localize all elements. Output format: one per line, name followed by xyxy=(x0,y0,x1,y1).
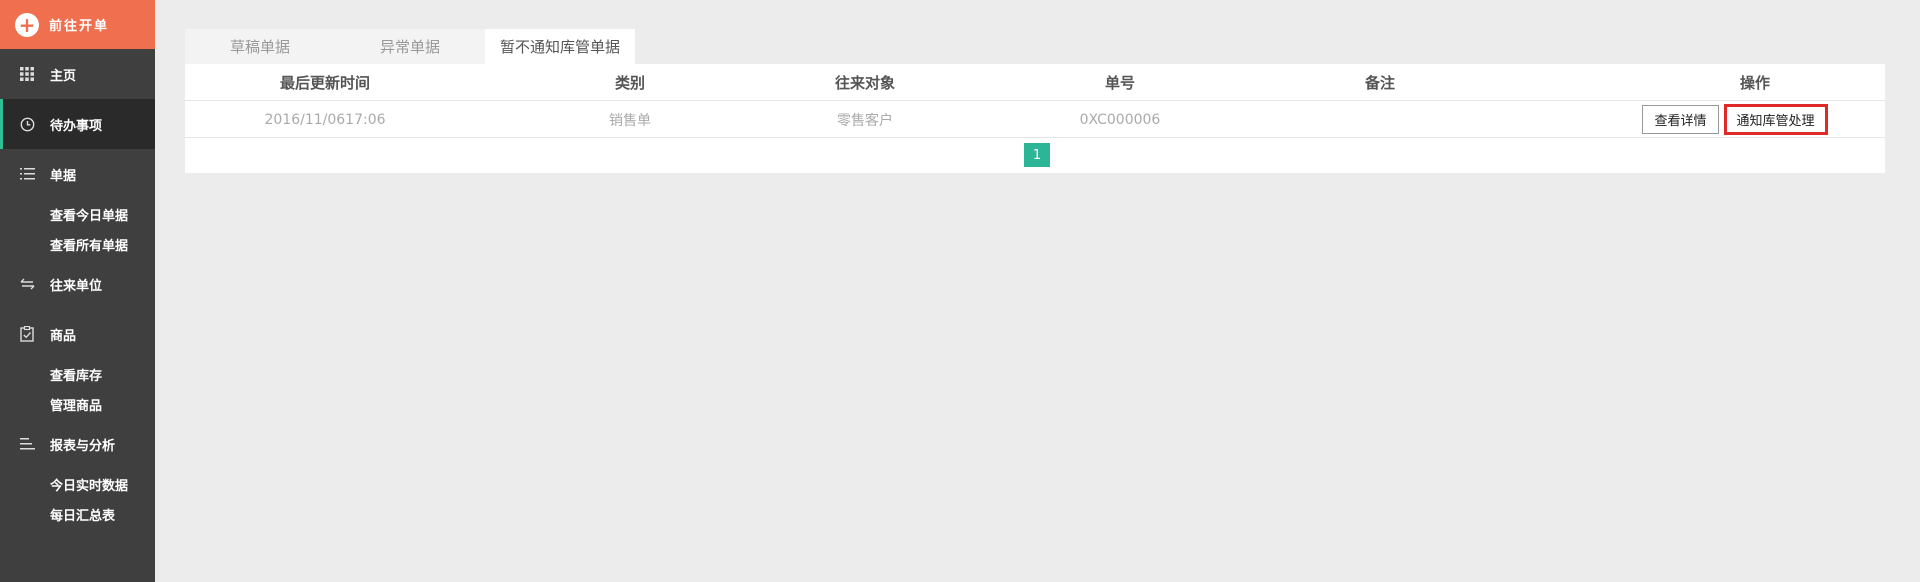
swap-arrows-icon xyxy=(18,278,36,290)
cell-actions: 查看详情 通知库管处理 xyxy=(1565,101,1905,138)
column-header-partner: 往来对象 xyxy=(834,74,895,92)
sidebar-subitem-manage-goods[interactable]: 管理商品 xyxy=(0,389,155,419)
cell-number: 0XC000006 xyxy=(1079,111,1161,128)
page-number-current[interactable]: 1 xyxy=(1024,143,1050,167)
sidebar-item-partners[interactable]: 往来单位 xyxy=(0,259,155,309)
cell-category: 销售单 xyxy=(609,112,651,129)
sidebar-item-orders[interactable]: 单据 xyxy=(0,149,155,199)
cell-partner: 零售客户 xyxy=(837,112,893,129)
tab-abnormal-orders[interactable]: 异常单据 xyxy=(335,29,485,64)
column-header-time: 最后更新时间 xyxy=(279,74,370,92)
grid-icon xyxy=(18,67,36,81)
tab-draft-orders[interactable]: 草稿单据 xyxy=(185,29,335,64)
pagination: 1 xyxy=(185,138,1885,172)
table-row: 2016/11/0617:06 销售单 零售客户 0XC000006 查看详情 … xyxy=(185,101,1885,138)
sidebar-item-goods-label: 商品 xyxy=(50,328,77,344)
sidebar-item-orders-label: 单据 xyxy=(50,168,77,184)
orders-table: 最后更新时间 类别 往来对象 单号 备注 操作 2016/11/0617:06 … xyxy=(185,64,1885,173)
column-header-category: 类别 xyxy=(614,74,645,92)
sidebar-subitem-realtime-data[interactable]: 今日实时数据 xyxy=(0,469,155,499)
column-header-number: 单号 xyxy=(1104,74,1135,92)
view-details-button[interactable]: 查看详情 xyxy=(1642,105,1719,134)
column-header-note: 备注 xyxy=(1364,74,1395,92)
order-tabs: 草稿单据 异常单据 暂不通知库管单据 xyxy=(185,29,635,64)
clock-icon xyxy=(18,117,36,132)
sidebar-subitem-all-orders[interactable]: 查看所有单据 xyxy=(0,229,155,259)
align-left-icon xyxy=(18,438,36,450)
open-order-label: 前往开单 xyxy=(49,19,110,34)
sidebar-item-partners-label: 往来单位 xyxy=(50,278,103,294)
sidebar: + 前往开单 主页 待办事项 单据 查看今日单据 查看所有单据 往来单位 商品 … xyxy=(0,0,155,582)
sidebar-item-reports-label: 报表与分析 xyxy=(50,438,116,454)
column-header-actions: 操作 xyxy=(1739,74,1770,92)
tab-not-notified-orders[interactable]: 暂不通知库管单据 xyxy=(485,29,635,64)
sidebar-subitem-inventory[interactable]: 查看库存 xyxy=(0,359,155,389)
notify-warehouse-button[interactable]: 通知库管处理 xyxy=(1723,104,1828,135)
sidebar-item-home[interactable]: 主页 xyxy=(0,49,155,99)
sidebar-item-todo-label: 待办事项 xyxy=(50,118,103,134)
plus-icon: + xyxy=(15,12,39,37)
sidebar-subitem-daily-summary[interactable]: 每日汇总表 xyxy=(0,499,155,529)
cell-note xyxy=(1315,101,1445,138)
sidebar-item-home-label: 主页 xyxy=(50,68,77,84)
list-icon xyxy=(18,168,36,180)
clipboard-check-icon xyxy=(18,326,36,342)
sidebar-item-reports[interactable]: 报表与分析 xyxy=(0,419,155,469)
table-header-row: 最后更新时间 类别 往来对象 单号 备注 操作 xyxy=(185,64,1885,101)
sidebar-subitem-today-orders[interactable]: 查看今日单据 xyxy=(0,199,155,229)
open-order-button[interactable]: + 前往开单 xyxy=(0,0,155,49)
sidebar-item-goods[interactable]: 商品 xyxy=(0,309,155,359)
cell-time: 2016/11/0617:06 xyxy=(264,111,386,128)
sidebar-item-todo[interactable]: 待办事项 xyxy=(0,99,155,149)
